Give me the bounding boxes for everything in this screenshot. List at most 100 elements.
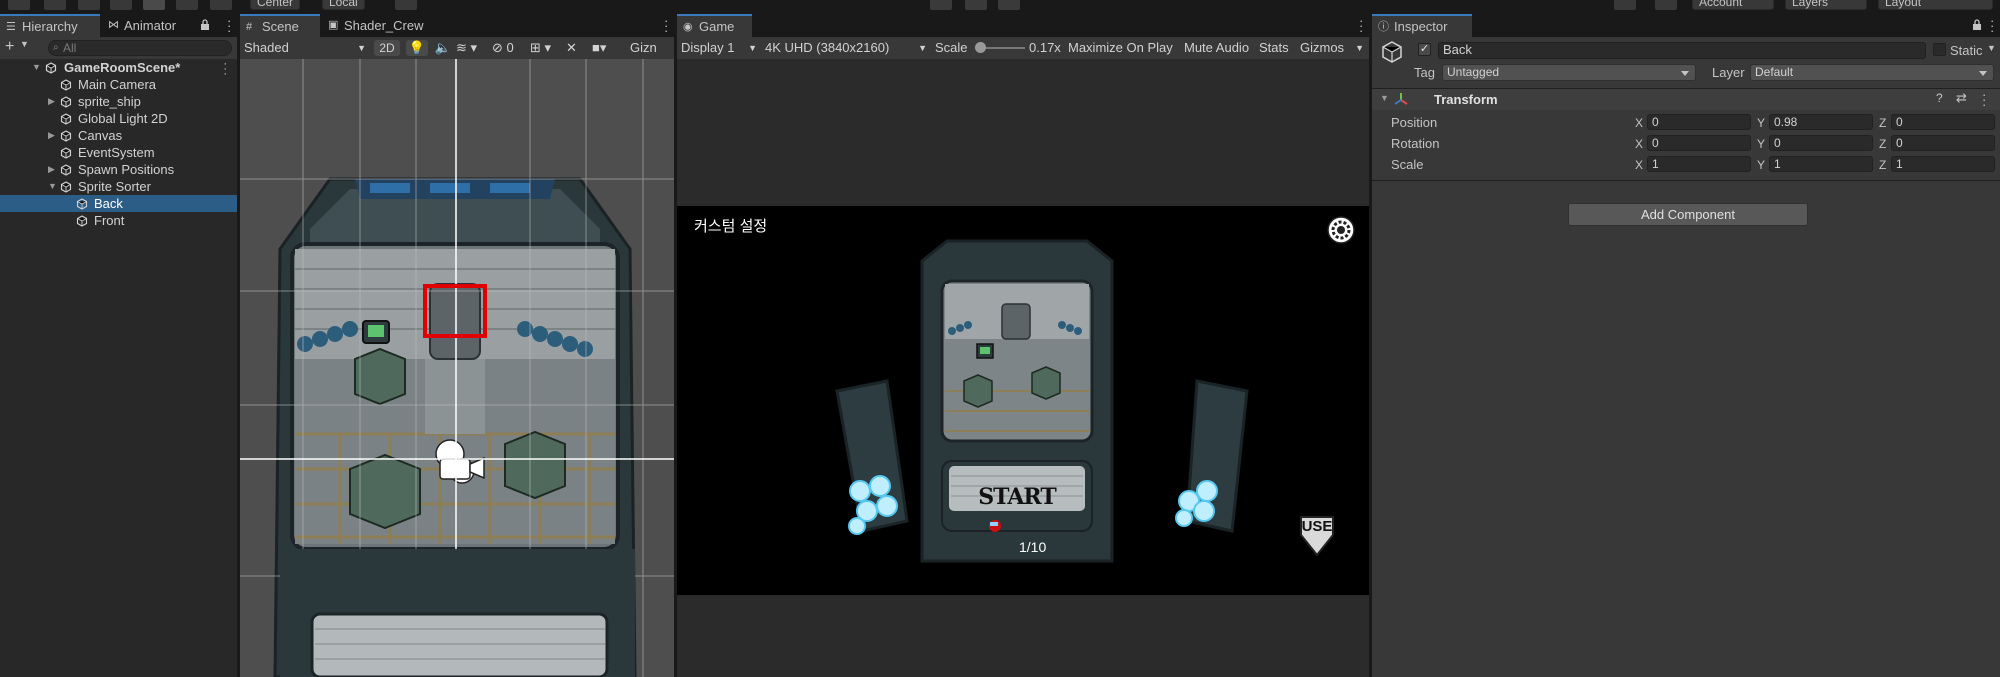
hierarchy-search-input[interactable]: ⌕ All	[48, 40, 232, 56]
tab-hierarchy[interactable]: ☰ Hierarchy	[0, 14, 100, 37]
scale-z-field[interactable]: 1	[1891, 156, 1995, 172]
hierarchy-item[interactable]: EventSystem	[0, 144, 237, 161]
component-menu-icon[interactable]: · · ·	[1982, 88, 1986, 111]
create-dropdown-icon[interactable]: ▼	[20, 39, 29, 49]
pause-button[interactable]	[965, 0, 987, 10]
foldout-arrow-icon[interactable]: ▼	[1380, 93, 1389, 103]
hierarchy-item[interactable]: ▶ Canvas	[0, 127, 237, 144]
hierarchy-item-label: sprite_ship	[78, 94, 141, 109]
position-y-field[interactable]: 0.98	[1769, 114, 1873, 130]
collab-icon[interactable]	[1614, 0, 1636, 10]
tools-icon[interactable]: ✕	[566, 40, 588, 56]
hierarchy-item[interactable]: ▶ Spawn Positions	[0, 161, 237, 178]
layers-dropdown[interactable]: Layers	[1785, 0, 1867, 10]
preset-icon[interactable]: ⇄	[1956, 90, 1967, 106]
expand-arrow-icon[interactable]: ▶	[48, 161, 58, 178]
scale-x-field[interactable]: 1	[1647, 156, 1751, 172]
tab-game[interactable]: ◉ Game	[677, 14, 752, 37]
lighting-icon[interactable]: 💡	[406, 40, 428, 56]
expand-arrow-icon[interactable]: ▶	[48, 127, 58, 144]
resolution-dropdown[interactable]: 4K UHD (3840x2160) ▼	[765, 40, 929, 56]
snap-icon[interactable]	[395, 0, 417, 10]
inspector-panel: ⓘ Inspector · · · ✓ Back Static ▼ Tag Unta…	[1372, 14, 2000, 677]
mode-2d-toggle[interactable]: 2D	[374, 40, 400, 56]
effects-icon[interactable]: ≋ ▾	[456, 40, 486, 56]
gizmos-dropdown[interactable]: Gizn	[630, 40, 674, 56]
transform-header[interactable]: ▼ Transform ? ⇄ · · ·	[1372, 88, 2000, 111]
hierarchy-item[interactable]: Global Light 2D	[0, 110, 237, 127]
account-dropdown[interactable]: Account	[1692, 0, 1774, 10]
maximize-on-play-toggle[interactable]: Maximize On Play	[1068, 40, 1173, 56]
layer-dropdown[interactable]: Default	[1750, 64, 1994, 81]
stats-toggle[interactable]: Stats	[1259, 40, 1289, 56]
custom-settings-title: 커스텀 설정	[694, 218, 768, 235]
rect-tool-icon[interactable]	[143, 0, 165, 10]
lock-icon[interactable]	[1972, 19, 1982, 31]
tab-shader-label: Shader_Crew	[344, 18, 424, 33]
pivot-center-button[interactable]: Center	[250, 0, 301, 10]
expand-arrow-icon[interactable]: ▶	[48, 93, 58, 110]
start-button[interactable]: START	[977, 484, 1057, 510]
rotation-z-field[interactable]: 0	[1891, 135, 1995, 151]
gizmos-dropdown[interactable]: Gizmos ▼	[1300, 40, 1364, 56]
custom-tool-icon[interactable]	[210, 0, 232, 10]
scene-root-row[interactable]: ▼ GameRoomScene* · · ·	[0, 59, 237, 80]
inspector-menu-icon[interactable]: · · ·	[1990, 14, 1994, 37]
expand-arrow-icon[interactable]: ▼	[48, 178, 58, 195]
lock-icon[interactable]	[200, 19, 210, 31]
hierarchy-item[interactable]: ▼ Sprite Sorter	[0, 178, 237, 195]
rotate-tool-icon[interactable]	[78, 0, 100, 10]
tab-animator[interactable]: ⋈ Animator	[102, 14, 202, 37]
game-viewport: 커스텀 설정 START 1/10 USE	[677, 59, 1369, 677]
use-button[interactable]: USE	[1297, 511, 1337, 559]
pivot-local-button[interactable]: Local	[322, 0, 365, 10]
add-component-button[interactable]: Add Component	[1568, 203, 1808, 226]
scale-y-field[interactable]: 1	[1769, 156, 1873, 172]
cloud-icon[interactable]	[1655, 0, 1677, 10]
scene-viewport[interactable]	[240, 59, 674, 677]
help-icon[interactable]: ?	[1936, 91, 1943, 105]
hierarchy-item[interactable]: ▶ sprite_ship	[0, 93, 237, 110]
rotation-x-field[interactable]: 0	[1647, 135, 1751, 151]
display-dropdown[interactable]: Display 1 ▼	[681, 40, 759, 56]
settings-gear-icon[interactable]	[1326, 215, 1356, 245]
tab-shader-crew[interactable]: ▣ Shader_Crew	[322, 14, 432, 37]
static-checkbox[interactable]	[1933, 43, 1946, 56]
chevron-down-icon: ▼	[1355, 43, 1364, 53]
mute-audio-toggle[interactable]: Mute Audio	[1184, 40, 1249, 56]
object-name-field[interactable]: Back	[1438, 42, 1926, 59]
play-button[interactable]	[930, 0, 952, 10]
scene-toolbar: Shaded ▼ 2D 💡 🔈 ≋ ▾ ⊘ 0 ⊞ ▾ ✕ ■▾ Gizn	[240, 37, 674, 59]
audio-icon[interactable]: 🔈	[434, 40, 452, 56]
tag-dropdown[interactable]: Untagged	[1442, 64, 1696, 81]
hierarchy-item[interactable]: Main Camera	[0, 76, 237, 93]
hand-tool-icon[interactable]	[8, 0, 30, 10]
hierarchy-menu-icon[interactable]: · · ·	[227, 14, 231, 37]
step-button[interactable]	[998, 0, 1020, 10]
rotation-y-field[interactable]: 0	[1769, 135, 1873, 151]
scale-label: Scale	[935, 40, 968, 55]
active-checkbox[interactable]: ✓	[1418, 43, 1431, 56]
hierarchy-item[interactable]: Back	[0, 195, 237, 212]
layout-dropdown[interactable]: Layout	[1878, 0, 1993, 10]
move-tool-icon[interactable]	[44, 0, 66, 10]
scene-menu-icon[interactable]: · · ·	[223, 59, 227, 80]
game-screen[interactable]: 커스텀 설정 START 1/10 USE	[677, 206, 1369, 595]
position-x-field[interactable]: 0	[1647, 114, 1751, 130]
scene-menu-icon[interactable]: · · ·	[664, 14, 668, 37]
grid-snap-icon[interactable]: ⊞ ▾	[530, 40, 562, 56]
create-plus-icon[interactable]: +	[5, 38, 14, 56]
camera-icon[interactable]: ■▾	[592, 40, 622, 56]
game-menu-icon[interactable]: · · ·	[1359, 14, 1363, 37]
scale-slider-handle[interactable]	[975, 42, 986, 53]
scale-tool-icon[interactable]	[110, 0, 132, 10]
transform-tool-icon[interactable]	[176, 0, 198, 10]
tab-scene[interactable]: # Scene	[240, 14, 320, 37]
position-z-field[interactable]: 0	[1891, 114, 1995, 130]
expand-arrow-icon[interactable]: ▼	[32, 59, 42, 76]
hidden-objects-toggle[interactable]: ⊘ 0	[492, 40, 526, 56]
hierarchy-item[interactable]: Front	[0, 212, 237, 229]
tab-inspector[interactable]: ⓘ Inspector	[1372, 14, 1472, 37]
draw-mode-dropdown[interactable]: Shaded ▼	[244, 40, 368, 56]
chevron-down-icon[interactable]: ▼	[1987, 43, 1996, 53]
